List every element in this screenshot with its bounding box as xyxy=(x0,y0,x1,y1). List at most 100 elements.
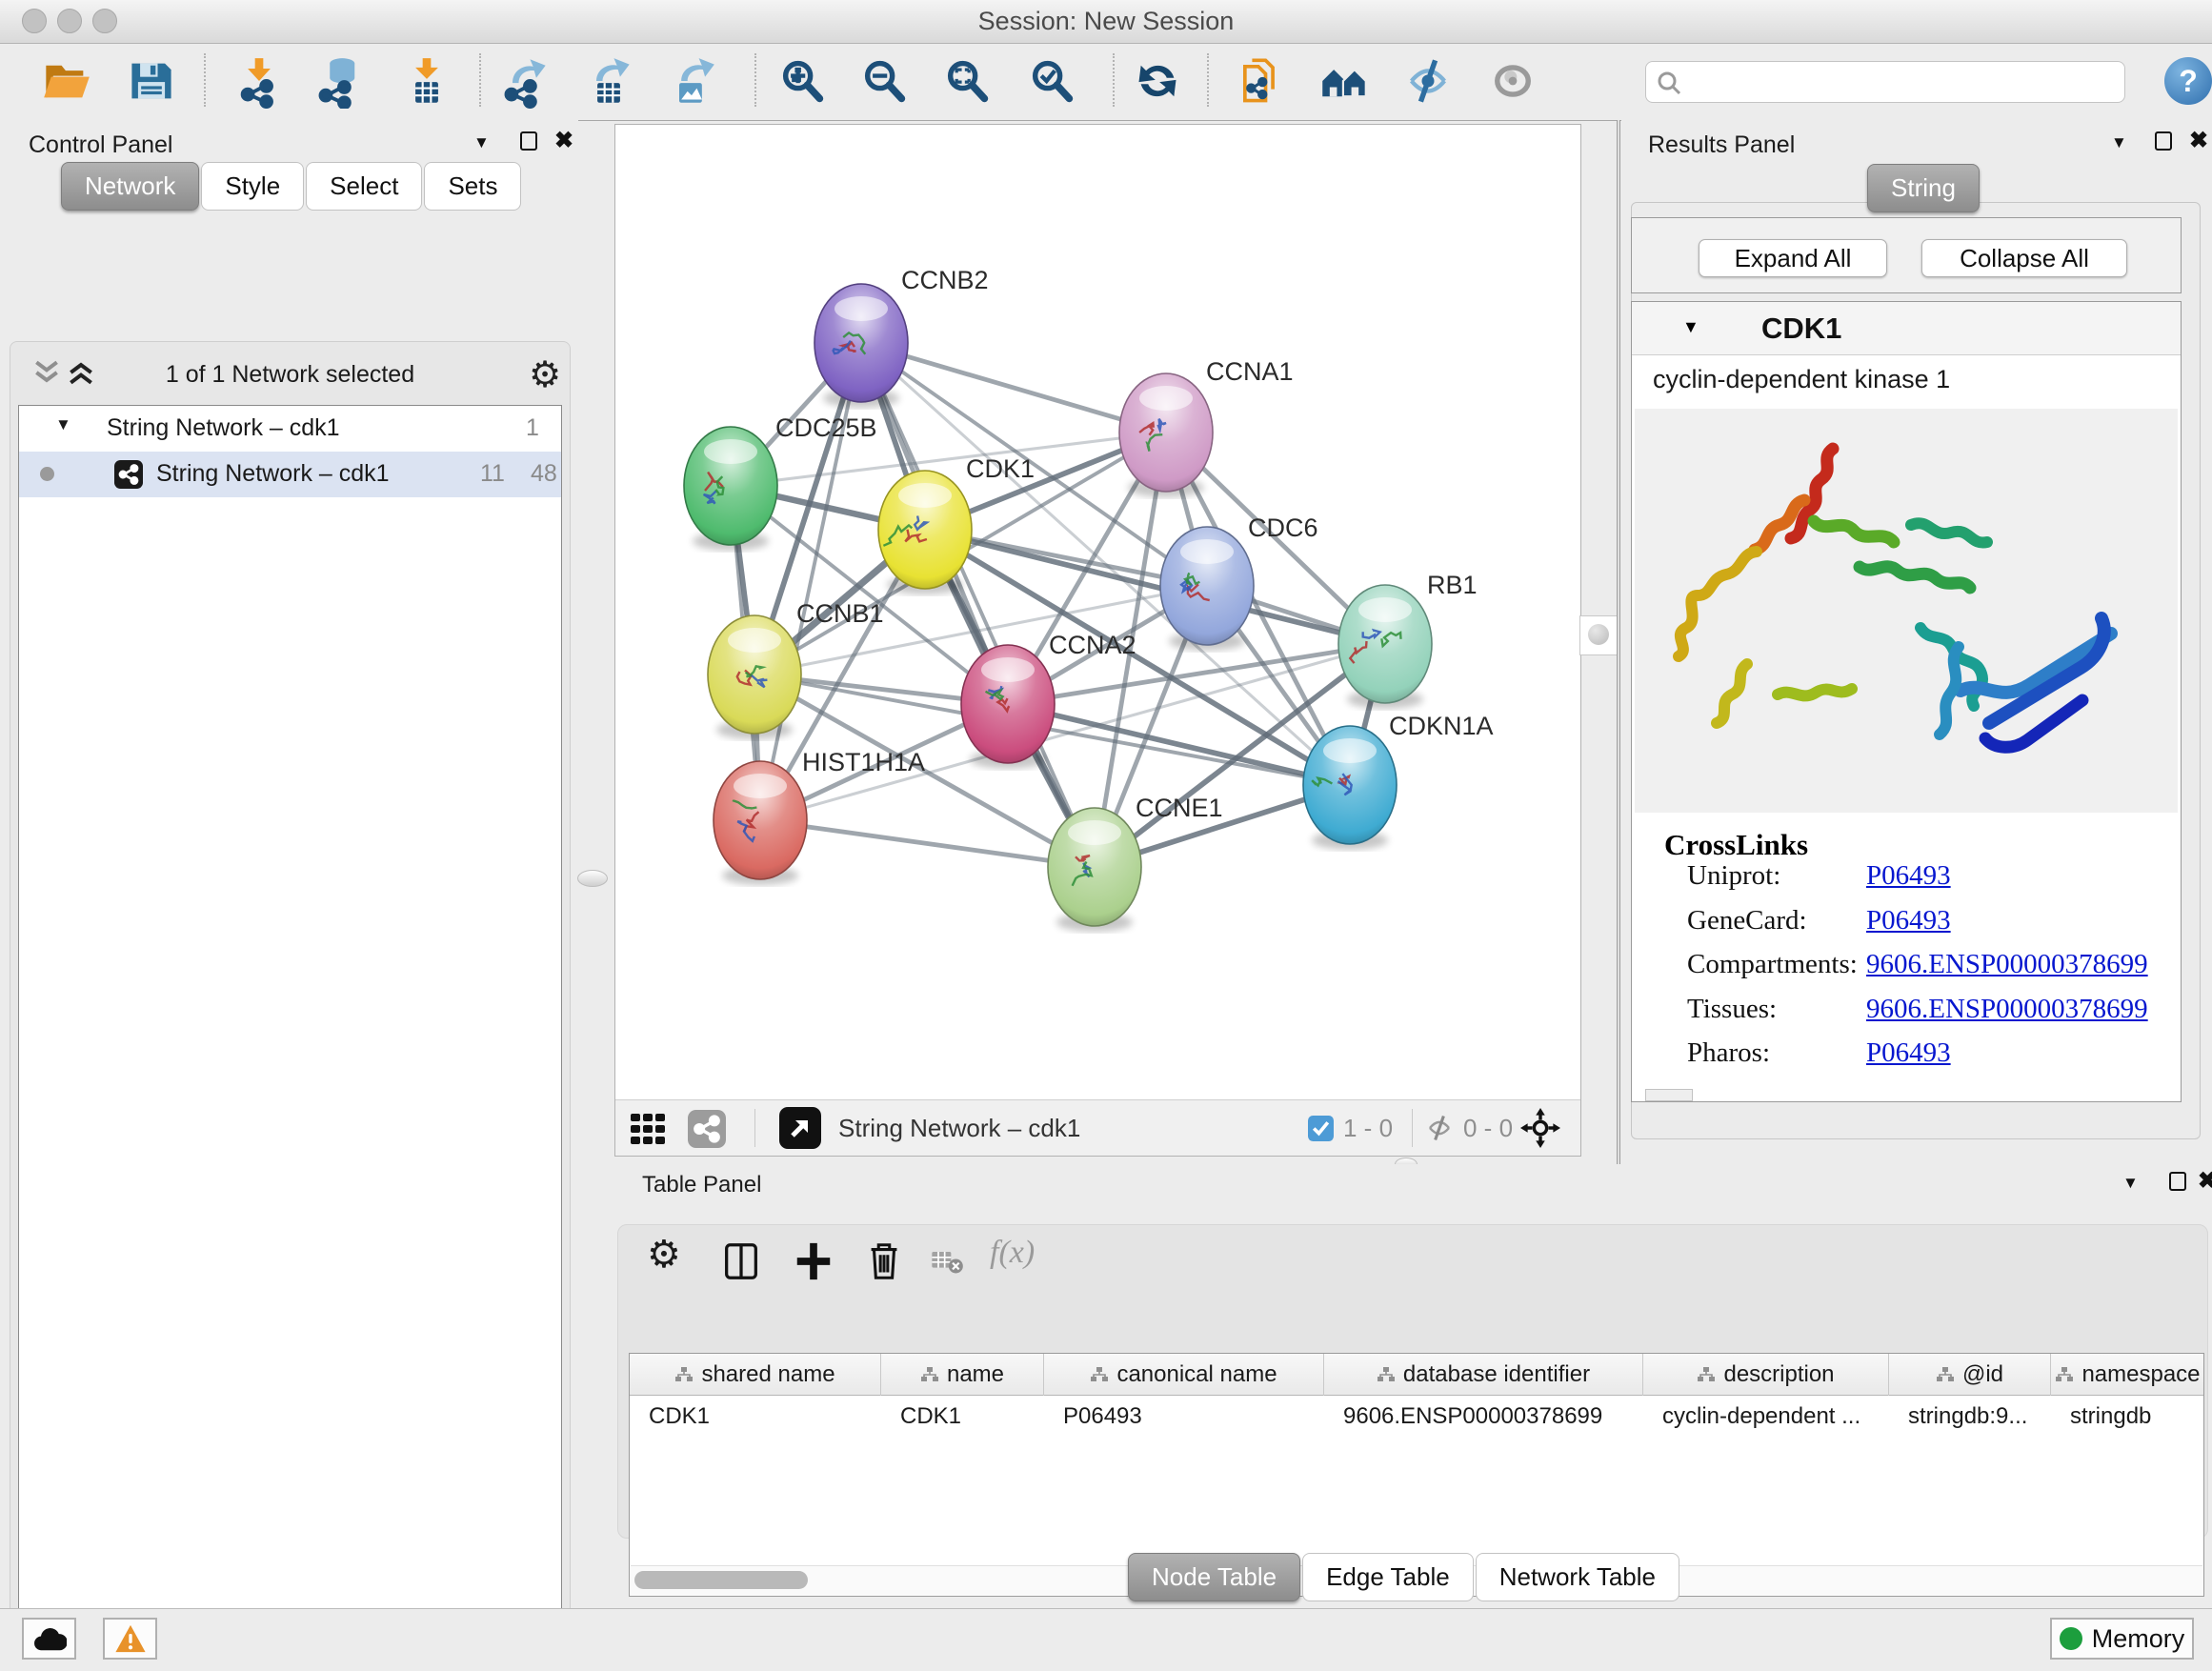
divider xyxy=(754,1109,755,1147)
zoom-in-icon[interactable] xyxy=(777,53,827,109)
node-CDC25B[interactable]: CDC25B xyxy=(684,413,877,551)
open-folder-icon[interactable] xyxy=(42,53,91,109)
tab-node-table[interactable]: Node Table xyxy=(1128,1553,1300,1601)
column-header-database-identifier[interactable]: database identifier xyxy=(1324,1354,1643,1396)
node-CCNB2[interactable]: CCNB2 xyxy=(814,266,989,408)
tab-string[interactable]: String xyxy=(1867,164,1981,212)
tab-network-table[interactable]: Network Table xyxy=(1476,1553,1679,1601)
scrollbar-thumb[interactable] xyxy=(634,1571,808,1589)
tab-style[interactable]: Style xyxy=(201,162,304,211)
tab-sets[interactable]: Sets xyxy=(424,162,521,211)
collection-caret-icon[interactable]: ▼ xyxy=(55,415,71,434)
memory-button[interactable]: Memory xyxy=(2050,1618,2194,1660)
cloud-button[interactable] xyxy=(22,1618,76,1660)
network-from-file-icon[interactable] xyxy=(1235,53,1284,109)
show-all-icon[interactable] xyxy=(1488,53,1538,109)
columns-icon[interactable] xyxy=(719,1239,763,1283)
node-CCNE1[interactable]: CCNE1 xyxy=(1048,794,1223,932)
panel-menu-icon[interactable]: ▼ xyxy=(473,133,490,152)
crosslink-value[interactable]: P06493 xyxy=(1866,1037,1951,1069)
table-cell[interactable]: cyclin-dependent ... xyxy=(1643,1396,1889,1438)
gene-section-header[interactable]: ▼ CDK1 xyxy=(1632,302,2181,355)
crosslinks-title: CrossLinks xyxy=(1664,828,1808,862)
crosslink-value[interactable]: P06493 xyxy=(1866,905,1951,936)
column-header--id[interactable]: @id xyxy=(1889,1354,2051,1396)
column-header-shared-name[interactable]: shared name xyxy=(630,1354,881,1396)
column-header-description[interactable]: description xyxy=(1643,1354,1889,1396)
collapse-all-button[interactable]: Collapse All xyxy=(1921,239,2127,277)
panel-menu-icon[interactable]: ▼ xyxy=(2111,133,2127,152)
delete-column-icon[interactable] xyxy=(862,1239,906,1283)
zoom-fit-icon[interactable] xyxy=(942,53,992,109)
node-CDKN1A[interactable]: CDKN1A xyxy=(1303,712,1494,850)
node-CCNB1[interactable]: CCNB1 xyxy=(708,599,884,739)
node-CCNA1[interactable]: CCNA1 xyxy=(1119,357,1294,497)
crosslink-label: Uniprot: xyxy=(1687,860,1780,892)
crosslink-value[interactable]: 9606.ENSP00000378699 xyxy=(1866,994,2148,1025)
panel-close-icon[interactable]: ✖ xyxy=(2189,131,2208,151)
export-network-icon[interactable] xyxy=(500,53,550,109)
apply-layout-icon[interactable] xyxy=(1133,53,1182,109)
tab-edge-table[interactable]: Edge Table xyxy=(1302,1553,1474,1601)
panel-close-icon[interactable]: ✖ xyxy=(554,131,573,151)
import-network-icon[interactable] xyxy=(234,53,284,109)
birdseye-icon[interactable] xyxy=(779,1107,821,1149)
network-row-selected[interactable]: String Network – cdk1 11 48 xyxy=(19,452,561,497)
table-cell[interactable]: 9606.ENSP00000378699 xyxy=(1324,1396,1643,1438)
crosslink-value[interactable]: P06493 xyxy=(1866,860,1951,892)
save-session-icon[interactable] xyxy=(127,53,176,109)
import-table-icon[interactable] xyxy=(402,53,452,109)
string-share-icon[interactable] xyxy=(688,1110,726,1148)
export-table-icon[interactable] xyxy=(584,53,633,109)
node-CCNA2[interactable]: CCNA2 xyxy=(961,631,1136,769)
network-collection-row[interactable]: ▼ String Network – cdk1 1 xyxy=(19,406,561,452)
function-builder-icon[interactable]: f(x) xyxy=(990,1235,1034,1278)
export-image-icon[interactable] xyxy=(667,53,716,109)
selected-checkbox-icon[interactable] xyxy=(1308,1116,1334,1141)
gene-description: cyclin-dependent kinase 1 xyxy=(1653,365,1950,394)
tab-network[interactable]: Network xyxy=(61,162,199,211)
window-title: Session: New Session xyxy=(0,0,2212,43)
node-HIST1H1A[interactable]: HIST1H1A xyxy=(714,748,925,885)
splitter-line[interactable] xyxy=(1617,120,1620,1164)
panel-float-icon[interactable] xyxy=(2169,1172,2186,1191)
search-box[interactable] xyxy=(1645,61,2125,103)
grid-view-icon[interactable] xyxy=(629,1110,667,1148)
column-header-name[interactable]: name xyxy=(881,1354,1044,1396)
add-column-icon[interactable] xyxy=(792,1239,835,1283)
first-neighbors-icon[interactable] xyxy=(1319,53,1369,109)
node-label-CDK1: CDK1 xyxy=(966,454,1035,483)
tab-select[interactable]: Select xyxy=(306,162,422,211)
search-input[interactable] xyxy=(1688,64,2111,100)
help-icon[interactable]: ? xyxy=(2164,57,2212,105)
left-splitter-handle[interactable] xyxy=(577,870,608,887)
section-caret-icon[interactable]: ▼ xyxy=(1682,317,1699,337)
table-cell[interactable]: P06493 xyxy=(1044,1396,1324,1438)
network-view[interactable]: CCNB2CCNA1CDC25BCDK1CDC6RB1CCNB1CCNA2CDK… xyxy=(614,124,1581,1157)
gear-icon[interactable]: ⚙ xyxy=(529,353,561,395)
expand-all-button[interactable]: Expand All xyxy=(1699,239,1887,277)
table-cell[interactable]: CDK1 xyxy=(881,1396,1044,1438)
column-header-namespace[interactable]: namespace xyxy=(2051,1354,2204,1396)
gear-icon[interactable]: ⚙ xyxy=(647,1233,691,1277)
import-database-icon[interactable] xyxy=(314,53,364,109)
panel-close-icon[interactable]: ✖ xyxy=(2198,1172,2212,1191)
table-cell[interactable]: stringdb:9... xyxy=(1889,1396,2051,1438)
crosshair-icon[interactable] xyxy=(1520,1108,1560,1148)
zoom-selected-icon[interactable] xyxy=(1027,53,1076,109)
panel-float-icon[interactable] xyxy=(520,131,537,151)
hidden-eye-icon[interactable] xyxy=(1423,1114,1456,1142)
table-cell[interactable]: CDK1 xyxy=(630,1396,881,1438)
delete-table-icon[interactable] xyxy=(929,1239,967,1283)
right-splitter-handle[interactable] xyxy=(1579,615,1619,655)
table-cell[interactable]: stringdb xyxy=(2051,1396,2204,1438)
hide-selected-icon[interactable] xyxy=(1403,53,1453,109)
network-canvas[interactable]: CCNB2CCNA1CDC25BCDK1CDC6RB1CCNB1CCNA2CDK… xyxy=(615,125,1580,1099)
node-RB1[interactable]: RB1 xyxy=(1338,571,1478,709)
column-header-canonical-name[interactable]: canonical name xyxy=(1044,1354,1324,1396)
panel-float-icon[interactable] xyxy=(2155,131,2172,151)
zoom-out-icon[interactable] xyxy=(859,53,909,109)
warning-button[interactable] xyxy=(103,1618,157,1660)
crosslink-value[interactable]: 9606.ENSP00000378699 xyxy=(1866,949,2148,980)
panel-menu-icon[interactable]: ▼ xyxy=(2122,1174,2139,1193)
